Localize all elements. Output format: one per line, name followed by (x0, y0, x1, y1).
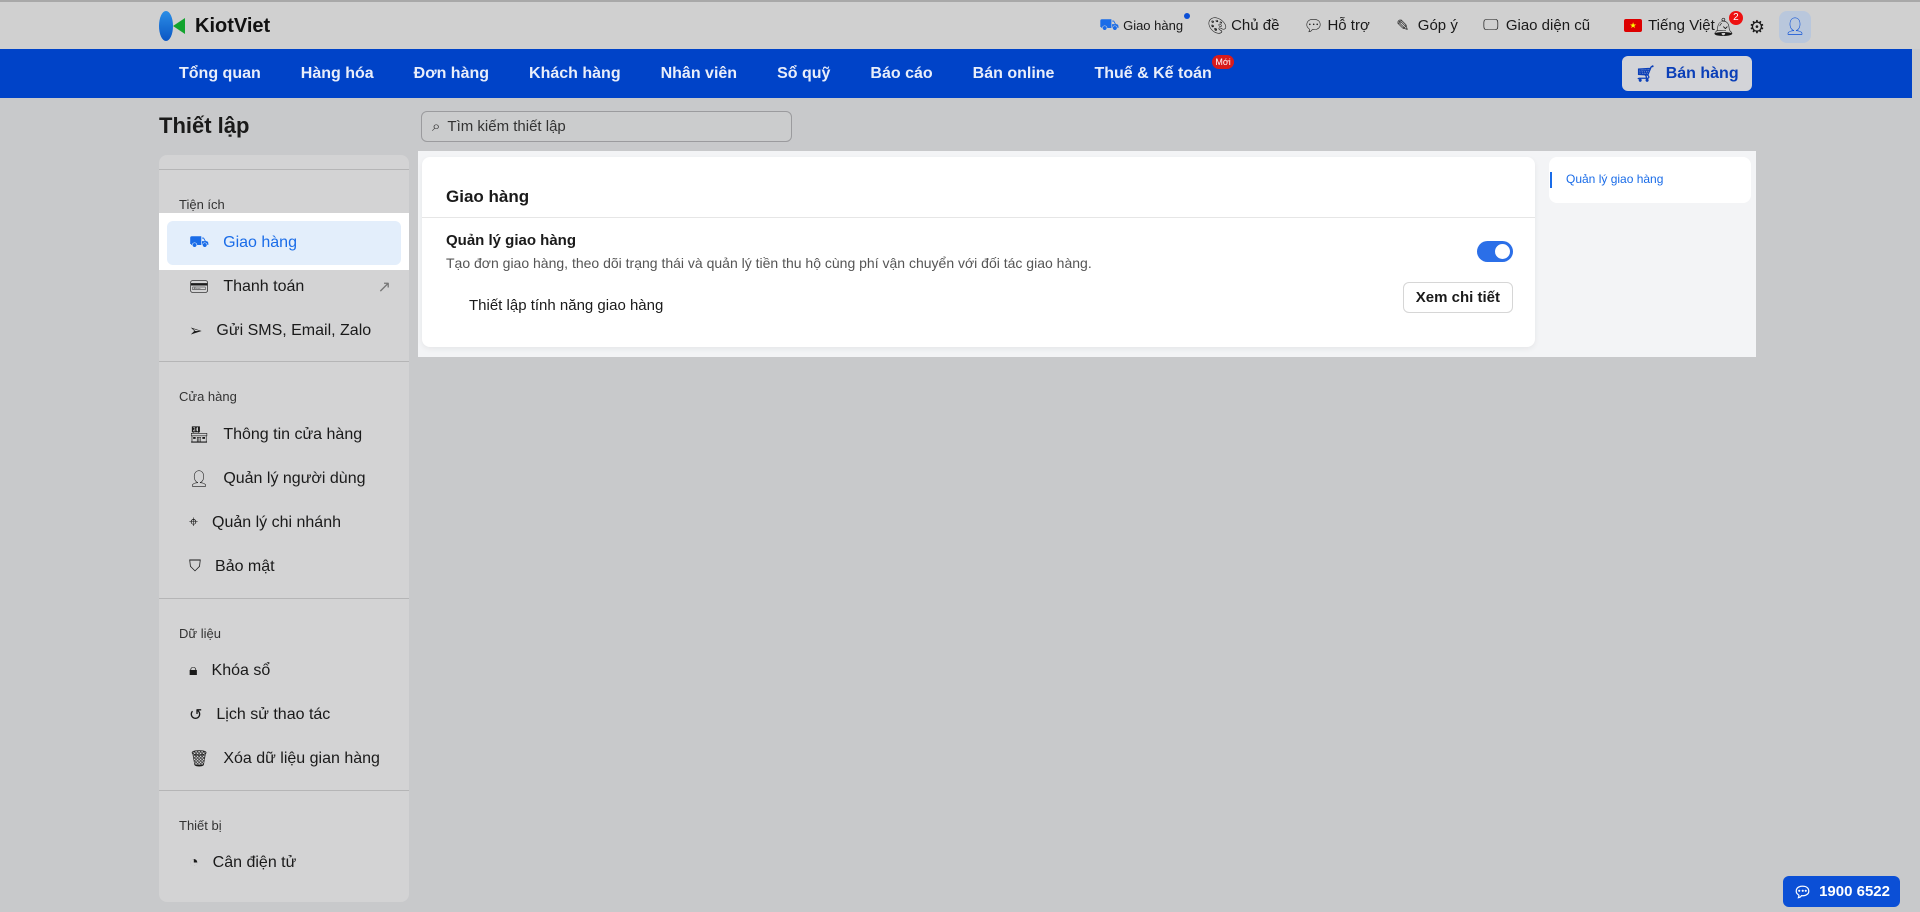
top-bar: KiotViet ⛟ Giao hàng 🎨︎ Chủ đề 💬︎ Hỗ trợ ✎ G… (0, 0, 1920, 49)
chat-icon: 💬︎ (1793, 883, 1813, 901)
gear-icon[interactable]: ⚙ (1749, 17, 1765, 38)
scale-icon: ◔ (189, 854, 199, 871)
nav-online-sales[interactable]: Bán online (973, 65, 1055, 83)
sidebar-item-security[interactable]: ⛉ Bảo mật (167, 545, 401, 589)
payment-icon: 💳︎ (189, 279, 210, 296)
content-panel: Giao hàng Quản lý giao hàng Tạo đơn giao… (418, 151, 1756, 357)
nav-overview[interactable]: Tổng quan (179, 65, 261, 83)
vietnam-flag-icon: ★ (1624, 19, 1643, 32)
view-details-button[interactable]: Xem chi tiết (1402, 282, 1513, 313)
nav-tax-accounting[interactable]: Thuế & Kế toán Mới (1094, 54, 1234, 83)
feature-description: Tạo đơn giao hàng, theo dõi trạng thái v… (446, 255, 1092, 271)
chat-icon: 💬︎ (1303, 17, 1324, 35)
delivery-card: Giao hàng Quản lý giao hàng Tạo đơn giao… (422, 157, 1535, 347)
sidebar-item-lock-books[interactable]: 🔒︎ Khóa sổ (167, 649, 401, 693)
old-ui-button[interactable]: 🖵 Giao diện cũ (1482, 17, 1590, 35)
truck-icon: ⛟ (1099, 16, 1120, 34)
search-icon: ⌕ (432, 118, 441, 135)
sidebar-item-branches[interactable]: ⌖ Quản lý chi nhánh (167, 501, 401, 545)
section-utilities: Tiện ích (179, 197, 225, 212)
sidebar-item-payment[interactable]: 💳︎ Thanh toán ↗ (167, 265, 401, 309)
nav-reports[interactable]: Báo cáo (870, 65, 932, 83)
store-icon: 🏪︎ (189, 427, 210, 444)
history-icon: ↺ (189, 707, 203, 724)
cart-icon: 🛒︎ (1635, 65, 1656, 83)
palette-icon: 🎨︎ (1207, 17, 1228, 35)
location-icon: ⌖ (189, 514, 199, 531)
feature-title: Quản lý giao hàng (446, 232, 577, 249)
notification-dot (1184, 12, 1191, 19)
feature-settings-label: Thiết lập tính năng giao hàng (469, 297, 664, 314)
monitor-icon: 🖵 (1483, 16, 1499, 34)
section-data: Dữ liệu (179, 626, 221, 641)
lock-icon: 🔒︎ (189, 662, 198, 679)
divider (159, 169, 409, 170)
avatar[interactable]: 👤︎ (1779, 11, 1811, 43)
settings-search-input[interactable]: ⌕ Tìm kiếm thiết lập (421, 111, 792, 142)
sell-button[interactable]: 🛒︎ Bán hàng (1622, 56, 1752, 91)
divider (422, 217, 1535, 218)
sidebar-item-history[interactable]: ↺ Lịch sử thao tác (167, 693, 401, 737)
divider (159, 361, 409, 362)
feedback-button[interactable]: ✎ Góp ý (1394, 16, 1458, 36)
new-badge: Mới (1212, 54, 1234, 69)
sidebar-item-scale[interactable]: ◔ Cân điện tử (167, 841, 401, 885)
page-title: Thiết lập (159, 113, 250, 138)
section-devices: Thiết bị (179, 818, 222, 833)
nav-orders[interactable]: Đơn hàng (414, 65, 489, 83)
sidebar-item-users[interactable]: 👤︎ Quản lý người dùng (167, 457, 401, 501)
truck-icon: ⛟ (189, 234, 210, 251)
notification-count: 2 (1728, 10, 1743, 25)
support-button[interactable]: 💬︎ Hỗ trợ (1303, 16, 1369, 36)
toc-item-delivery-management[interactable]: Quản lý giao hàng (1549, 157, 1751, 203)
nav-cashbook[interactable]: Sổ quỹ (777, 65, 830, 83)
shield-icon: ⛉ (189, 558, 202, 575)
logo-icon (159, 11, 189, 41)
notifications-button[interactable]: 🔔︎ 2 (1712, 10, 1743, 38)
divider (159, 790, 409, 791)
nav-products[interactable]: Hàng hóa (301, 65, 374, 83)
sidebar-item-store-info[interactable]: 🏪︎ Thông tin cửa hàng (167, 413, 401, 457)
hotline-button[interactable]: 💬︎ 1900 6522 (1783, 876, 1900, 907)
trash-icon: 🗑︎ (189, 751, 210, 768)
kiotviet-logo[interactable]: KiotViet (159, 11, 270, 41)
send-icon: ➢ (189, 323, 203, 340)
theme-button[interactable]: 🎨︎ Chủ đề (1207, 16, 1279, 36)
external-link-icon: ↗ (377, 279, 391, 296)
nav-employees[interactable]: Nhân viên (661, 65, 737, 83)
sidebar-item-delivery[interactable]: ⛟ Giao hàng (167, 221, 401, 265)
sidebar-item-messaging[interactable]: ➢ Gửi SMS, Email, Zalo (167, 309, 401, 353)
delivery-link[interactable]: ⛟ Giao hàng (1099, 12, 1191, 36)
section-store: Cửa hàng (179, 389, 237, 404)
card-title: Giao hàng (446, 187, 530, 206)
divider (159, 598, 409, 599)
sidebar-item-delete-data[interactable]: 🗑︎ Xóa dữ liệu gian hàng (167, 737, 401, 781)
highlight-area: ⛟ Giao hàng (159, 213, 409, 270)
user-badge-icon: 👤︎ (189, 471, 210, 488)
nav-customers[interactable]: Khách hàng (529, 65, 621, 83)
delivery-toggle[interactable] (1477, 241, 1513, 262)
feedback-icon: ✎ (1396, 17, 1410, 35)
